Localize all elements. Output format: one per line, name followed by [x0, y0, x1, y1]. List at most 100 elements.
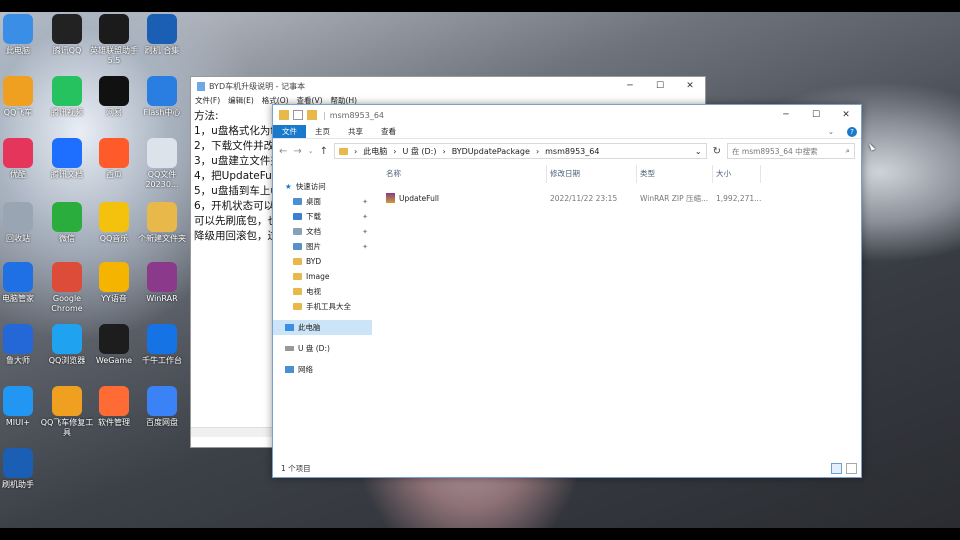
computer-icon [285, 324, 294, 331]
tab-view[interactable]: 查看 [372, 125, 405, 138]
forward-arrow-icon[interactable]: → [293, 146, 301, 157]
navigation-pane: ★ 快速访问 桌面 ✦ 下载 ✦ 文档 ✦ 图片 ✦ BYD Image 电视 手机工具大全 此电脑 … [273, 163, 373, 461]
flash-icon [147, 14, 177, 44]
desktop-icon[interactable]: 百度网盘 [132, 386, 192, 428]
file-icon [147, 138, 177, 168]
miui-icon [3, 386, 33, 416]
details-view-icon[interactable] [831, 462, 842, 474]
folder-icon [293, 228, 302, 235]
file-name-cell: UpdateFull [383, 193, 547, 203]
menu-edit[interactable]: 编辑(E) [228, 95, 254, 107]
menu-file[interactable]: 文件(F) [195, 95, 220, 107]
folder-icon [339, 147, 349, 155]
minimize-icon[interactable]: ─ [771, 110, 801, 120]
pin-icon[interactable]: ✦ [362, 243, 368, 251]
pin-icon[interactable]: ✦ [362, 198, 368, 206]
folder-icon [293, 243, 302, 250]
desktop-icon[interactable]: 刷机助手 [0, 448, 48, 490]
tab-file[interactable]: 文件 [273, 125, 306, 138]
nav-label: BYD [306, 257, 322, 266]
search-icon[interactable]: ⌕ [846, 146, 854, 156]
large-icons-view-icon[interactable] [846, 462, 857, 474]
desktop-icon[interactable]: 个新建文件夹 [132, 202, 192, 244]
baidu-icon [147, 386, 177, 416]
item-count: 1 个项目 [281, 463, 311, 473]
recent-chevron-icon[interactable]: ⌄ [308, 147, 314, 155]
breadcrumb-this-pc[interactable]: 此电脑 [363, 146, 387, 157]
nav-quick-item[interactable]: Image [273, 269, 372, 284]
tab-home[interactable]: 主页 [306, 125, 339, 138]
nav-quick-item[interactable]: 电视 [273, 284, 372, 299]
explorer-titlebar[interactable]: | msm8953_64 ─ ☐ ✕ [273, 105, 861, 125]
nav-quick-item[interactable]: BYD [273, 254, 372, 269]
lol-icon [99, 14, 129, 44]
pin-icon[interactable]: ✦ [362, 228, 368, 236]
nav-usb-drive[interactable]: U 盘 (D:) [273, 341, 372, 356]
nav-quick-item[interactable]: 手机工具大全 [273, 299, 372, 314]
divider: | [323, 110, 326, 120]
desktop-icon[interactable]: 刷机 合集 [132, 14, 192, 56]
star-icon: ★ [285, 182, 292, 191]
nav-quick-item[interactable]: 文档 ✦ [273, 224, 372, 239]
minimize-icon[interactable]: ─ [615, 81, 645, 91]
maximize-icon[interactable]: ☐ [645, 81, 675, 91]
breadcrumb-current[interactable]: msm8953_64 [545, 147, 599, 156]
folder-icon [293, 258, 302, 265]
desktop-icon[interactable]: Flash中心 [132, 76, 192, 118]
breadcrumb-package[interactable]: BYDUpdatePackage [452, 147, 530, 156]
nav-quick-item[interactable]: 下载 ✦ [273, 209, 372, 224]
folder-icon[interactable] [279, 110, 289, 120]
nav-quick-access[interactable]: ★ 快速访问 [273, 179, 372, 194]
qqbrowser-icon [52, 324, 82, 354]
refresh-icon[interactable]: ↻ [713, 146, 721, 157]
nav-label: 文档 [306, 227, 321, 236]
help-icon[interactable]: ? [843, 125, 861, 138]
file-type-cell: WinRAR ZIP 压缩... [640, 193, 709, 203]
column-modified[interactable]: 修改日期 [547, 165, 637, 183]
column-name[interactable]: 名称 [383, 165, 547, 183]
nav-quick-item[interactable]: 桌面 ✦ [273, 194, 372, 209]
repair-icon [52, 386, 82, 416]
desktop-icon-label: QQ文件 20230... [145, 170, 179, 189]
desktop-icon[interactable]: QQ文件 20230... [132, 138, 192, 190]
desktop-icon[interactable]: WinRAR [132, 262, 192, 304]
close-icon[interactable]: ✕ [831, 110, 861, 120]
address-separator: › [354, 146, 358, 156]
desktop-icon[interactable]: 千牛工作台 [132, 324, 192, 366]
desktop-icon-label: 刷机助手 [2, 480, 34, 489]
flash2-icon [3, 448, 33, 478]
chevron-down-icon[interactable]: ⌄ [819, 125, 843, 138]
back-arrow-icon[interactable]: ← [279, 146, 287, 157]
properties-icon[interactable] [293, 110, 303, 120]
column-size[interactable]: 大小 [713, 165, 761, 183]
address-separator: › [442, 146, 446, 156]
nav-label: 手机工具大全 [306, 302, 351, 311]
close-icon[interactable]: ✕ [675, 81, 705, 91]
notepad-titlebar[interactable]: BYD车机升级说明 - 记事本 ─ ☐ ✕ [191, 77, 705, 95]
yy-icon [99, 262, 129, 292]
usb-drive-icon [285, 346, 294, 351]
tab-share[interactable]: 共享 [339, 125, 372, 138]
quick-access-toolbar [279, 110, 317, 120]
breadcrumb-usb[interactable]: U 盘 (D:) [402, 146, 436, 157]
pin-icon[interactable]: ✦ [362, 213, 368, 221]
address-dropdown-icon[interactable]: ⌄ [691, 147, 706, 156]
ludashi-icon [3, 324, 33, 354]
winrar-archive-icon [386, 193, 395, 203]
nav-label: 图片 [306, 242, 321, 251]
file-row[interactable]: UpdateFull 2022/11/22 23:15 WinRAR ZIP 压缩.… [383, 189, 861, 207]
address-bar[interactable]: › 此电脑 › U 盘 (D:) › BYDUpdatePackage › ms… [334, 143, 707, 159]
up-arrow-icon[interactable]: ↑ [320, 146, 328, 157]
notepad-title: BYD车机升级说明 - 记事本 [209, 81, 306, 91]
nav-network[interactable]: 网络 [273, 362, 372, 377]
maximize-icon[interactable]: ☐ [801, 110, 831, 120]
desktop-icon-label: 个新建文件夹 [138, 234, 186, 243]
column-type[interactable]: 类型 [637, 165, 713, 183]
new-folder-icon[interactable] [307, 110, 317, 120]
nav-quick-item[interactable]: 图片 ✦ [273, 239, 372, 254]
letterbox-bottom [0, 528, 960, 540]
recycle-icon [3, 202, 33, 232]
nav-this-pc[interactable]: 此电脑 [273, 320, 372, 335]
search-input[interactable]: 在 msm8953_64 中搜索 ⌕ [727, 143, 855, 159]
explorer-window[interactable]: | msm8953_64 ─ ☐ ✕ 文件 主页 共享 查看 ⌄ ? ← → ⌄… [272, 104, 862, 478]
